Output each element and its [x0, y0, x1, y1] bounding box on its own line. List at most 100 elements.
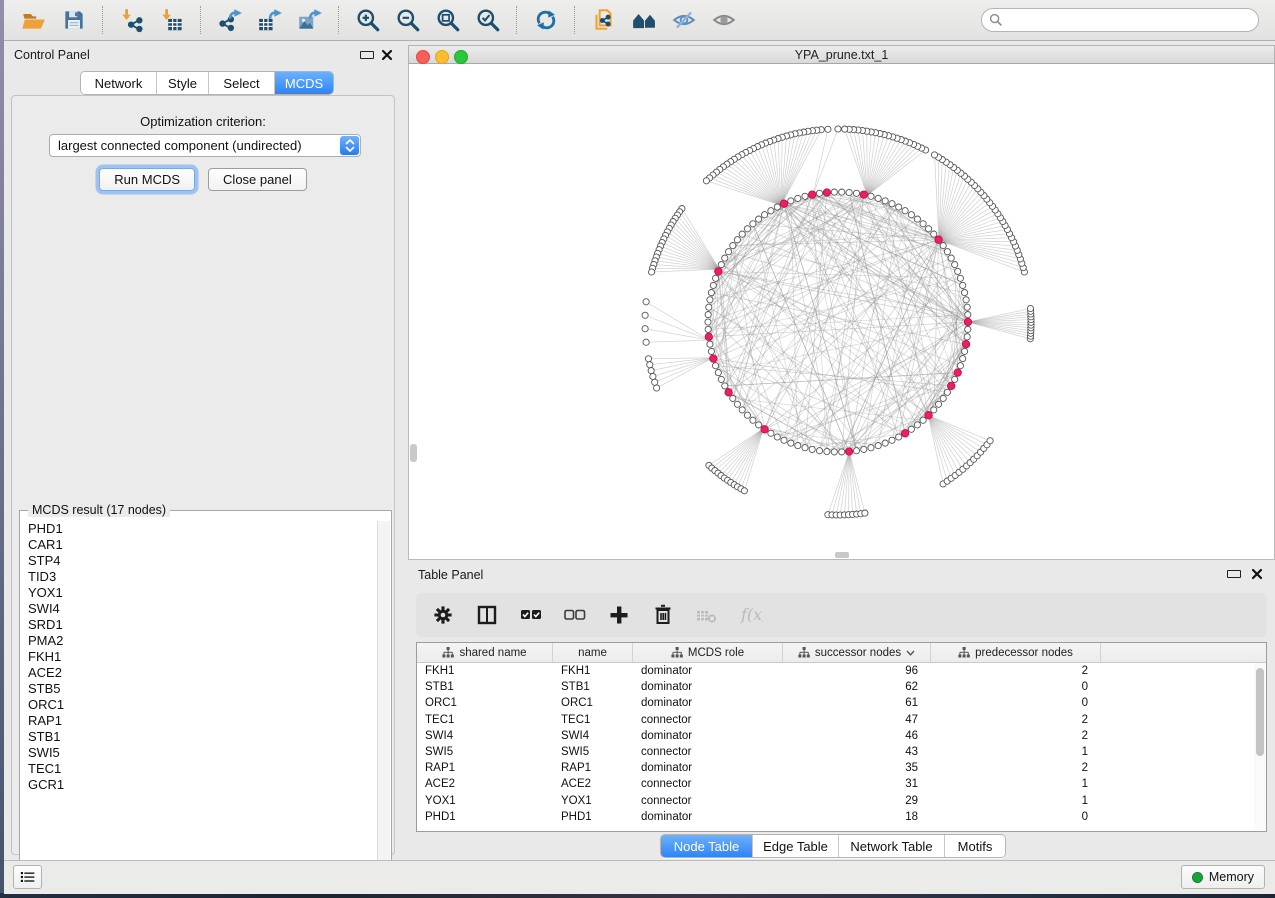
tab-network[interactable]: Network — [81, 72, 157, 94]
zoom-selected-button[interactable] — [471, 4, 505, 36]
split-view-icon — [475, 603, 499, 627]
table-close-icon[interactable] — [1251, 568, 1263, 580]
tab-mcds[interactable]: MCDS — [275, 72, 333, 94]
column-label: predecessor nodes — [975, 647, 1073, 659]
network-canvas[interactable] — [408, 64, 1275, 560]
mcds-result-item[interactable]: PHD1 — [21, 521, 378, 537]
cell-name: STB1 — [553, 681, 633, 693]
table-tab-node-table[interactable]: Node Table — [661, 835, 753, 857]
export-network-icon — [217, 7, 243, 33]
deselect-all-button[interactable] — [560, 600, 590, 630]
mcds-result-item[interactable]: CAR1 — [21, 537, 378, 553]
delete-column-button[interactable] — [648, 600, 678, 630]
table-tab-network-table[interactable]: Network Table — [839, 835, 945, 857]
criterion-select[interactable]: largest connected component (undirected) — [49, 134, 361, 157]
cell-predecessor_nodes: 2 — [931, 665, 1101, 677]
split-view-button[interactable] — [472, 600, 502, 630]
mcds-result-item[interactable]: ORC1 — [21, 697, 378, 713]
first-neighbors-button[interactable] — [627, 4, 661, 36]
network-from-selection-button[interactable] — [587, 4, 621, 36]
table-row[interactable]: STB1STB1dominator620 — [417, 679, 1266, 695]
cell-predecessor_nodes: 2 — [931, 762, 1101, 774]
mcds-result-item[interactable]: TID3 — [21, 569, 378, 585]
mcds-result-item[interactable]: SRD1 — [21, 617, 378, 633]
deselect-all-icon — [563, 603, 587, 627]
network-hscroll-thumb[interactable] — [835, 552, 849, 558]
table-row[interactable]: ORC1ORC1dominator610 — [417, 695, 1266, 711]
column-header-MCDS-role[interactable]: MCDS role — [633, 643, 783, 662]
cell-mcds_role: dominator — [633, 762, 783, 774]
cell-shared_name: STB1 — [417, 681, 553, 693]
mcds-result-item[interactable]: STB5 — [21, 681, 378, 697]
result-scrollbar[interactable] — [377, 521, 390, 880]
mcds-result-item[interactable]: GCR1 — [21, 777, 378, 793]
table-row[interactable]: SWI5SWI5connector431 — [417, 744, 1266, 760]
column-header-shared-name[interactable]: shared name — [417, 643, 553, 662]
memory-button[interactable]: Memory — [1181, 865, 1265, 889]
mcds-result-item[interactable]: RAP1 — [21, 713, 378, 729]
cell-shared_name: FKH1 — [417, 665, 553, 677]
column-header-name[interactable]: name — [553, 643, 633, 662]
table-float-button[interactable] — [1227, 570, 1241, 578]
table-tab-edge-table[interactable]: Edge Table — [753, 835, 839, 857]
settings-button[interactable] — [428, 600, 458, 630]
import-table-button[interactable] — [155, 4, 189, 36]
network-vscroll-thumb[interactable] — [410, 444, 417, 462]
refresh-layout-button[interactable] — [529, 4, 563, 36]
mcds-result-item[interactable]: FKH1 — [21, 649, 378, 665]
table-row[interactable]: RAP1RAP1dominator352 — [417, 760, 1266, 776]
search-input[interactable] — [981, 8, 1259, 32]
mcds-result-item[interactable]: TEC1 — [21, 761, 378, 777]
close-panel-button[interactable]: Close panel — [208, 168, 307, 191]
zoom-selected-icon — [475, 7, 501, 33]
mcds-result-list: PHD1CAR1STP4TID3YOX1SWI4SRD1PMA2FKH1ACE2… — [21, 521, 378, 880]
save-session-button[interactable] — [57, 4, 91, 36]
mcds-result-item[interactable]: PMA2 — [21, 633, 378, 649]
column-type-icon — [958, 647, 970, 658]
select-all-button[interactable] — [516, 600, 546, 630]
mcds-result-item[interactable]: STB1 — [21, 729, 378, 745]
table-tab-motifs[interactable]: Motifs — [945, 835, 1005, 857]
zoom-out-button[interactable] — [391, 4, 425, 36]
export-image-button[interactable] — [293, 4, 327, 36]
run-mcds-button[interactable]: Run MCDS — [99, 168, 195, 191]
import-network-button[interactable] — [115, 4, 149, 36]
column-header-predecessor-nodes[interactable]: predecessor nodes — [931, 643, 1101, 662]
show-all-button[interactable] — [707, 4, 741, 36]
mcds-result-item[interactable]: SWI5 — [21, 745, 378, 761]
network-title: YPA_prune.txt_1 — [409, 48, 1274, 62]
table-row[interactable]: YOX1YOX1connector291 — [417, 793, 1266, 809]
cell-mcds_role: dominator — [633, 811, 783, 823]
cell-successor_nodes: 61 — [783, 697, 931, 709]
table-row[interactable]: SWI4SWI4dominator462 — [417, 728, 1266, 744]
zoom-in-button[interactable] — [351, 4, 385, 36]
table-scrollbar-thumb[interactable] — [1256, 668, 1264, 756]
table-row[interactable]: ACE2ACE2connector311 — [417, 776, 1266, 792]
float-panel-button[interactable] — [360, 51, 374, 59]
export-table-button[interactable] — [253, 4, 287, 36]
table-row[interactable]: FKH1FKH1dominator962 — [417, 663, 1266, 679]
tab-style[interactable]: Style — [157, 72, 209, 94]
cell-shared_name: PHD1 — [417, 811, 553, 823]
hide-selected-button[interactable] — [667, 4, 701, 36]
export-network-button[interactable] — [213, 4, 247, 36]
task-history-button[interactable] — [13, 865, 42, 889]
mcds-result-item[interactable]: SWI4 — [21, 601, 378, 617]
zoom-fit-button[interactable] — [431, 4, 465, 36]
mcds-result-item[interactable]: ACE2 — [21, 665, 378, 681]
mcds-result-item[interactable]: YOX1 — [21, 585, 378, 601]
column-header-successor-nodes[interactable]: successor nodes — [783, 643, 931, 662]
open-session-button[interactable] — [17, 4, 51, 36]
cell-shared_name: ACE2 — [417, 778, 553, 790]
node-table: shared namenameMCDS rolesuccessor nodes p… — [416, 642, 1267, 832]
tab-select[interactable]: Select — [209, 72, 275, 94]
add-column-button[interactable] — [604, 600, 634, 630]
close-panel-icon[interactable] — [381, 49, 393, 61]
table-row[interactable]: PHD1PHD1dominator180 — [417, 809, 1266, 825]
table-row[interactable]: TEC1TEC1connector472 — [417, 712, 1266, 728]
select-stepper-icon — [340, 136, 359, 155]
zoom-out-icon — [395, 7, 421, 33]
network-graph[interactable] — [409, 64, 1274, 558]
function-builder-icon: f(x) — [739, 603, 763, 627]
mcds-result-item[interactable]: STP4 — [21, 553, 378, 569]
